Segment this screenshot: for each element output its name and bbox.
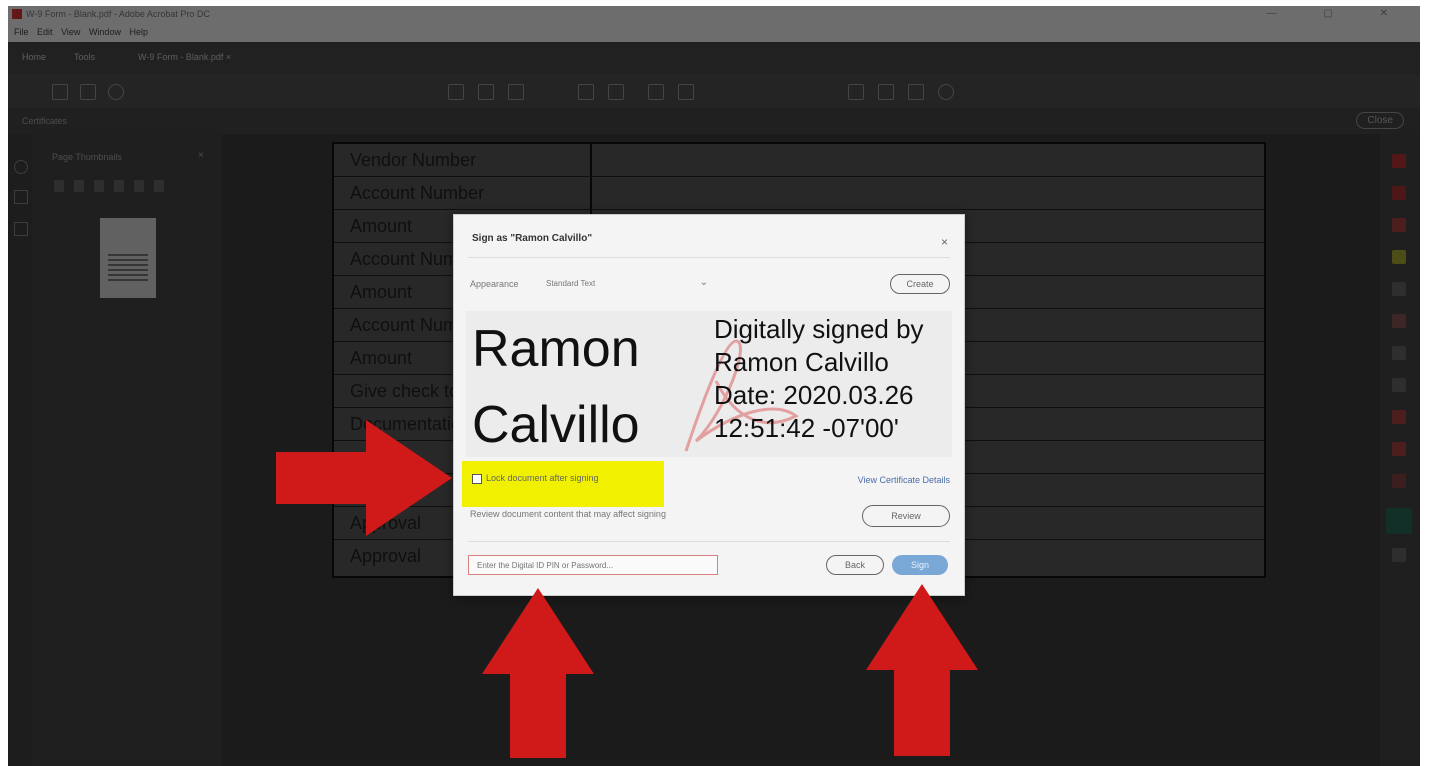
search-icon[interactable] (108, 84, 124, 100)
menu-help[interactable]: Help (129, 27, 148, 37)
organize-icon[interactable] (1392, 314, 1406, 328)
chevron-down-icon: ⌄ (699, 277, 708, 288)
tab-tools[interactable]: Tools (74, 52, 95, 62)
down-arrow-icon[interactable] (508, 84, 524, 100)
pen-icon[interactable] (878, 84, 894, 100)
certificates-toolbar: Certificates (8, 108, 1420, 134)
fill-sign-icon[interactable] (1392, 410, 1406, 424)
divider (468, 257, 950, 258)
sidebar-header: Certificates (22, 116, 68, 126)
zoom-in-icon[interactable] (648, 84, 664, 100)
comment-icon[interactable] (848, 84, 864, 100)
hand-tool-icon[interactable] (578, 84, 594, 100)
more-tools-icon[interactable] (1392, 548, 1406, 562)
menu-bar: File Edit View Window Help (8, 22, 1420, 42)
edit-pdf-icon[interactable] (1392, 218, 1406, 232)
certificates-tool-icon[interactable] (1386, 508, 1412, 534)
view-certificate-link[interactable]: View Certificate Details (858, 475, 950, 485)
page-tool-icon[interactable] (448, 84, 464, 100)
stamp-icon[interactable] (1392, 474, 1406, 488)
mail-icon[interactable] (80, 84, 96, 100)
appearance-value: Standard Text (546, 279, 596, 288)
undo-icon[interactable] (938, 84, 954, 100)
menu-window[interactable]: Window (89, 27, 121, 37)
back-button[interactable]: Back (826, 555, 884, 575)
create-button[interactable]: Create (890, 274, 950, 294)
fit-page-icon[interactable] (678, 84, 694, 100)
sign-button[interactable]: Sign (892, 555, 948, 575)
protect-icon[interactable] (1392, 378, 1406, 392)
right-tools-rail (1380, 134, 1420, 766)
zoom-out-icon[interactable] (608, 84, 624, 100)
signature-details: Digitally signed by Ramon Calvillo Date:… (714, 314, 924, 443)
tab-document[interactable]: W-9 Form - Blank.pdf × (138, 52, 231, 62)
settings-icon[interactable] (14, 160, 28, 174)
arrow-up-icon (866, 584, 978, 756)
title-bar: W-9 Form - Blank.pdf - Adobe Acrobat Pro… (8, 6, 1420, 22)
review-text: Review document content that may affect … (470, 509, 666, 519)
comment-tool-icon[interactable] (1392, 250, 1406, 264)
window-controls[interactable]: — ▢ ✕ (1267, 8, 1410, 19)
signature-preview: Ramon Calvillo Digitally signed by Ramon… (466, 311, 952, 457)
close-tool-button[interactable]: Close (1356, 112, 1404, 129)
arrow-right-icon (276, 420, 452, 536)
panel-title: Page Thumbnails (52, 152, 122, 162)
menu-view[interactable]: View (61, 27, 80, 37)
pages-icon[interactable] (14, 190, 28, 204)
tabs-bar: Home Tools W-9 Form - Blank.pdf × (8, 42, 1420, 74)
send-icon[interactable] (1392, 442, 1406, 456)
table-row: Account Number (334, 177, 1264, 210)
sign-dialog: Sign as "Ramon Calvillo" × Appearance St… (453, 214, 965, 596)
thumbnail-tools[interactable] (54, 180, 174, 192)
menu-edit[interactable]: Edit (37, 27, 53, 37)
create-pdf-icon[interactable] (1392, 186, 1406, 200)
table-row: Vendor Number (334, 144, 1264, 177)
arrow-up-icon (482, 588, 594, 758)
lock-document-checkbox[interactable] (472, 474, 482, 484)
sign-icon[interactable] (908, 84, 924, 100)
tab-home[interactable]: Home (22, 52, 46, 62)
review-button[interactable]: Review (862, 505, 950, 527)
window-title: W-9 Form - Blank.pdf - Adobe Acrobat Pro… (26, 9, 210, 19)
divider (468, 541, 950, 542)
lock-highlight: Lock document after signing (462, 461, 664, 507)
panel-close-icon[interactable]: × (198, 150, 204, 161)
print-icon[interactable] (52, 84, 68, 100)
combine-icon[interactable] (1392, 282, 1406, 296)
appearance-label: Appearance (470, 279, 519, 289)
lock-document-label[interactable]: Lock document after signing (486, 473, 599, 483)
appearance-select[interactable]: Standard Text ⌄ (542, 273, 714, 293)
redact-icon[interactable] (1392, 346, 1406, 360)
acrobat-app-icon (12, 9, 22, 19)
left-rail (8, 134, 32, 766)
up-arrow-icon[interactable] (478, 84, 494, 100)
page-thumbnail[interactable] (100, 218, 156, 298)
menu-file[interactable]: File (14, 27, 29, 37)
export-pdf-icon[interactable] (1392, 154, 1406, 168)
password-input[interactable] (468, 555, 718, 575)
signature-name: Ramon Calvillo (472, 320, 640, 454)
dialog-title: Sign as "Ramon Calvillo" (472, 233, 593, 244)
main-toolbar (8, 74, 1420, 108)
attachment-icon[interactable] (14, 222, 28, 236)
close-icon[interactable]: × (941, 235, 948, 249)
